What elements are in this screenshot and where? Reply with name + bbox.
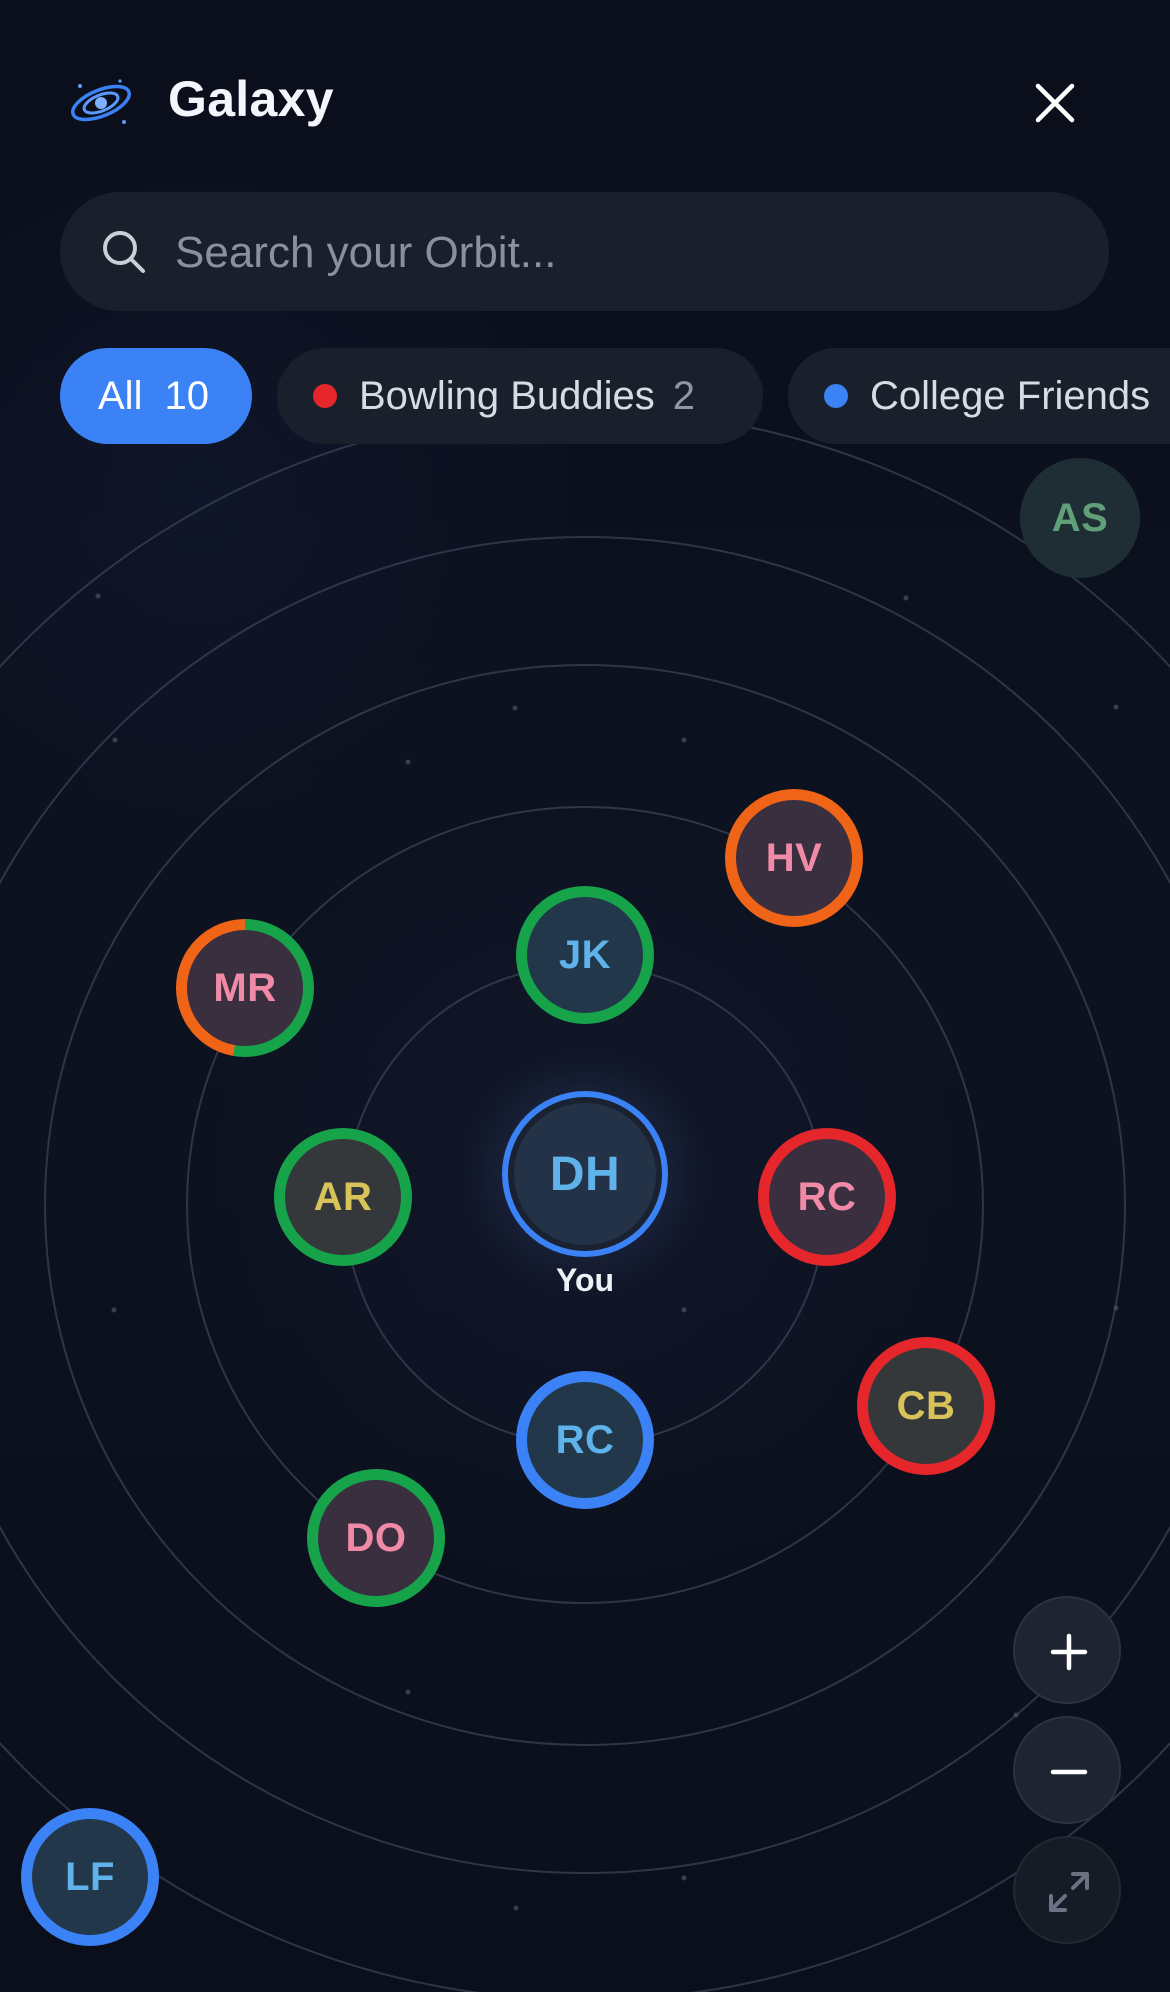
avatar-initials: AS bbox=[1051, 495, 1109, 540]
contact-avatar-lf[interactable]: LF bbox=[21, 1808, 159, 1946]
star bbox=[513, 1905, 519, 1911]
close-icon[interactable] bbox=[1030, 78, 1080, 128]
galaxy-logo-icon bbox=[71, 79, 131, 124]
star bbox=[1113, 704, 1119, 710]
avatar-initials: DO bbox=[345, 1515, 407, 1560]
contact-avatar-jk[interactable]: JK bbox=[516, 886, 654, 1024]
star bbox=[1113, 1305, 1119, 1311]
zoom-in-button[interactable] bbox=[1013, 1596, 1121, 1704]
star bbox=[112, 737, 118, 743]
avatar-initials: AR bbox=[313, 1174, 373, 1219]
star bbox=[111, 1307, 117, 1313]
contact-avatar-as[interactable]: AS bbox=[1020, 458, 1140, 578]
contact-avatar-rc[interactable]: RC bbox=[758, 1128, 896, 1266]
contact-avatar-hv[interactable]: HV bbox=[725, 789, 863, 927]
avatar-initials: RC bbox=[797, 1174, 857, 1219]
plus-icon bbox=[1050, 1633, 1088, 1671]
avatar-initials: CB bbox=[896, 1383, 956, 1428]
star bbox=[681, 1307, 687, 1313]
search-bar[interactable] bbox=[60, 192, 1109, 311]
contact-avatar-rc-2[interactable]: RC bbox=[516, 1371, 654, 1509]
avatar-initials: RC bbox=[555, 1417, 615, 1462]
star bbox=[405, 1689, 411, 1695]
expand-icon bbox=[1049, 1872, 1089, 1912]
star bbox=[95, 593, 101, 599]
star bbox=[405, 759, 411, 765]
filter-chip-label: Bowling Buddies bbox=[359, 373, 655, 418]
avatar-initials: DH bbox=[549, 1147, 621, 1201]
zoom-out-button[interactable] bbox=[1013, 1716, 1121, 1824]
contact-avatar-ar[interactable]: AR bbox=[274, 1128, 412, 1266]
group-color-dot bbox=[313, 384, 337, 408]
filter-chip-count: 10 bbox=[164, 373, 209, 418]
avatar-initials: MR bbox=[213, 965, 277, 1010]
star bbox=[681, 737, 687, 743]
filter-chip-college-friends[interactable]: College Friends bbox=[788, 348, 1170, 444]
search-icon bbox=[103, 231, 145, 273]
contact-avatar-do[interactable]: DO bbox=[307, 1469, 445, 1607]
current-user-avatar[interactable]: DH bbox=[502, 1091, 668, 1257]
search-input[interactable] bbox=[173, 214, 1077, 291]
star bbox=[512, 705, 518, 711]
minus-icon bbox=[1050, 1769, 1088, 1775]
app-header: Galaxy bbox=[0, 0, 1170, 190]
current-user-label: You bbox=[555, 1262, 615, 1298]
fit-view-button[interactable] bbox=[1013, 1836, 1121, 1944]
filter-chip-all[interactable]: All 10 bbox=[60, 348, 252, 444]
avatar-initials: HV bbox=[765, 835, 823, 880]
filter-chip-label: College Friends bbox=[870, 373, 1151, 418]
filter-chip-count: 2 bbox=[672, 373, 695, 418]
contact-avatar-mr[interactable]: MR bbox=[176, 919, 314, 1057]
app-title: Galaxy bbox=[168, 71, 334, 127]
star bbox=[1013, 1712, 1019, 1718]
avatar-initials: JK bbox=[558, 932, 612, 977]
star bbox=[681, 1875, 687, 1881]
star bbox=[903, 595, 909, 601]
filter-chip-label: All bbox=[98, 373, 143, 418]
contact-avatar-cb[interactable]: CB bbox=[857, 1337, 995, 1475]
filter-chip-bowling-buddies[interactable]: Bowling Buddies 2 bbox=[277, 348, 763, 444]
group-color-dot bbox=[824, 384, 848, 408]
avatar-initials: LF bbox=[65, 1854, 115, 1899]
